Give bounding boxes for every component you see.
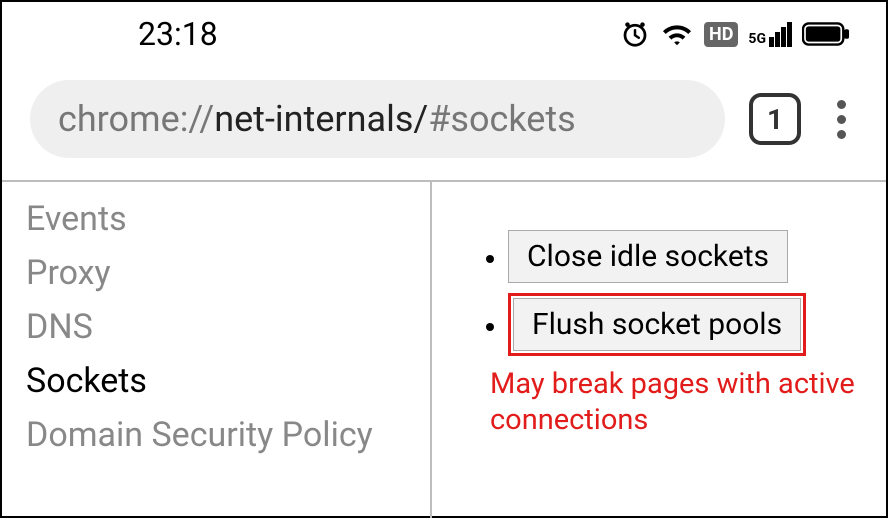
status-bar: 23:18 HD 5G: [2, 2, 886, 62]
dot-icon: [837, 115, 846, 124]
page-content: Events Proxy DNS Sockets Domain Security…: [2, 182, 886, 518]
browser-toolbar: chrome://net-internals/#sockets 1: [2, 62, 886, 182]
battery-icon: [802, 22, 850, 46]
wifi-icon: [660, 20, 694, 48]
sidebar-item-domain-security[interactable]: Domain Security Policy: [26, 408, 430, 462]
warning-annotation: May break pages with active connections: [490, 366, 868, 439]
dot-icon: [837, 100, 846, 109]
url-host: net-internals/: [214, 98, 428, 140]
dot-icon: [837, 130, 846, 139]
status-time: 23:18: [138, 15, 218, 53]
alarm-icon: [620, 19, 650, 49]
list-item: Close idle sockets: [508, 230, 868, 283]
tab-switcher-button[interactable]: 1: [749, 93, 801, 145]
socket-actions-list: Close idle sockets Flush socket pools: [436, 230, 868, 356]
main-panel: Close idle sockets Flush socket pools Ma…: [432, 182, 886, 518]
highlight-box: Flush socket pools: [508, 293, 806, 356]
list-item: Flush socket pools: [508, 293, 868, 356]
sidebar-nav: Events Proxy DNS Sockets Domain Security…: [2, 182, 432, 518]
url-fragment: #sockets: [428, 98, 575, 140]
url-scheme: chrome://: [58, 98, 214, 140]
overflow-menu-button[interactable]: [825, 94, 858, 145]
url-bar[interactable]: chrome://net-internals/#sockets: [30, 80, 725, 158]
sidebar-item-sockets[interactable]: Sockets: [26, 354, 430, 408]
sidebar-item-proxy[interactable]: Proxy: [26, 246, 430, 300]
sidebar-item-events[interactable]: Events: [26, 192, 430, 246]
status-icons: HD 5G: [620, 19, 850, 49]
hd-badge: HD: [704, 22, 738, 47]
close-idle-sockets-button[interactable]: Close idle sockets: [508, 230, 788, 283]
signal-5g-icon: 5G: [748, 22, 792, 47]
flush-socket-pools-button[interactable]: Flush socket pools: [513, 298, 801, 351]
sidebar-item-dns[interactable]: DNS: [26, 300, 430, 354]
tab-count: 1: [767, 103, 783, 136]
